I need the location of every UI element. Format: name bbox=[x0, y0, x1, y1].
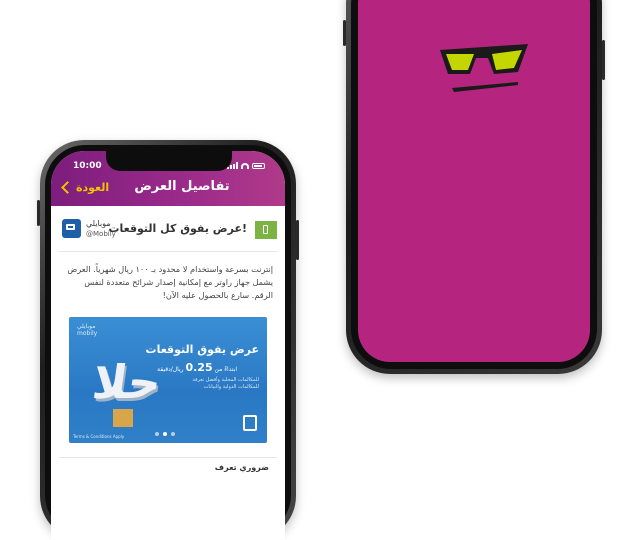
volume-button bbox=[37, 200, 40, 226]
section-divider bbox=[59, 457, 277, 458]
wifi-icon bbox=[241, 162, 249, 169]
banner-price: ابتداءً من 0.25 ريال/دقيقة bbox=[157, 361, 237, 374]
carousel-dot[interactable] bbox=[171, 432, 175, 436]
status-icons bbox=[227, 162, 265, 169]
mobile-phone-icon bbox=[255, 221, 277, 239]
carousel-dots[interactable] bbox=[155, 432, 175, 436]
offer-title: عرض يفوق كل التوقعات! bbox=[108, 222, 247, 235]
banner-logo-en: mobily bbox=[77, 330, 98, 337]
offer-banner[interactable]: موبايلي mobily عرض يفوق التوقعات ابتداءً… bbox=[69, 317, 267, 443]
section-title: ضروري تعرف bbox=[214, 463, 269, 472]
app-screen: 10:00 العودة تفاصيل العرض موبايلي @Mobil… bbox=[51, 151, 285, 540]
gift-box-icon bbox=[113, 409, 133, 427]
power-button bbox=[602, 40, 605, 80]
mobily-small-logo-icon bbox=[243, 415, 257, 431]
page-title: تفاصيل العرض bbox=[134, 179, 230, 194]
phone-notch bbox=[106, 151, 232, 171]
account-name[interactable]: موبايلي bbox=[86, 219, 111, 228]
banner-line-1: للمكالمات المحلية وأفضل تعرفة bbox=[192, 377, 259, 383]
mobily-logo-icon[interactable] bbox=[62, 219, 81, 238]
status-time: 10:00 bbox=[73, 161, 102, 171]
offer-description: إنترنت بسرعة واستخدام لا محدود بـ ١٠٠ ري… bbox=[67, 264, 273, 300]
sunglasses-logo-icon bbox=[440, 44, 528, 92]
banner-line-2: للمكالمات الدولية والبيانات bbox=[203, 384, 259, 390]
battery-icon bbox=[252, 162, 265, 169]
banner-terms: Terms & Conditions Apply bbox=[73, 434, 125, 439]
banner-price-prefix: ابتداءً من bbox=[214, 366, 237, 373]
offer-header: موبايلي @Mobily عرض يفوق كل التوقعات! bbox=[59, 217, 277, 252]
banner-hala-text: حلا bbox=[89, 355, 165, 409]
banner-logo-ar: موبايلي bbox=[77, 323, 96, 330]
volume-button bbox=[343, 20, 346, 46]
carousel-dot-active[interactable] bbox=[163, 432, 167, 436]
app-phone: 10:00 العودة تفاصيل العرض موبايلي @Mobil… bbox=[37, 140, 299, 540]
power-button bbox=[296, 220, 299, 260]
banner-price-value: 0.25 bbox=[185, 361, 213, 374]
splash-phone bbox=[343, 0, 605, 374]
carousel-dot[interactable] bbox=[155, 432, 159, 436]
banner-logo: موبايلي mobily bbox=[77, 323, 97, 337]
splash-screen bbox=[358, 0, 590, 362]
